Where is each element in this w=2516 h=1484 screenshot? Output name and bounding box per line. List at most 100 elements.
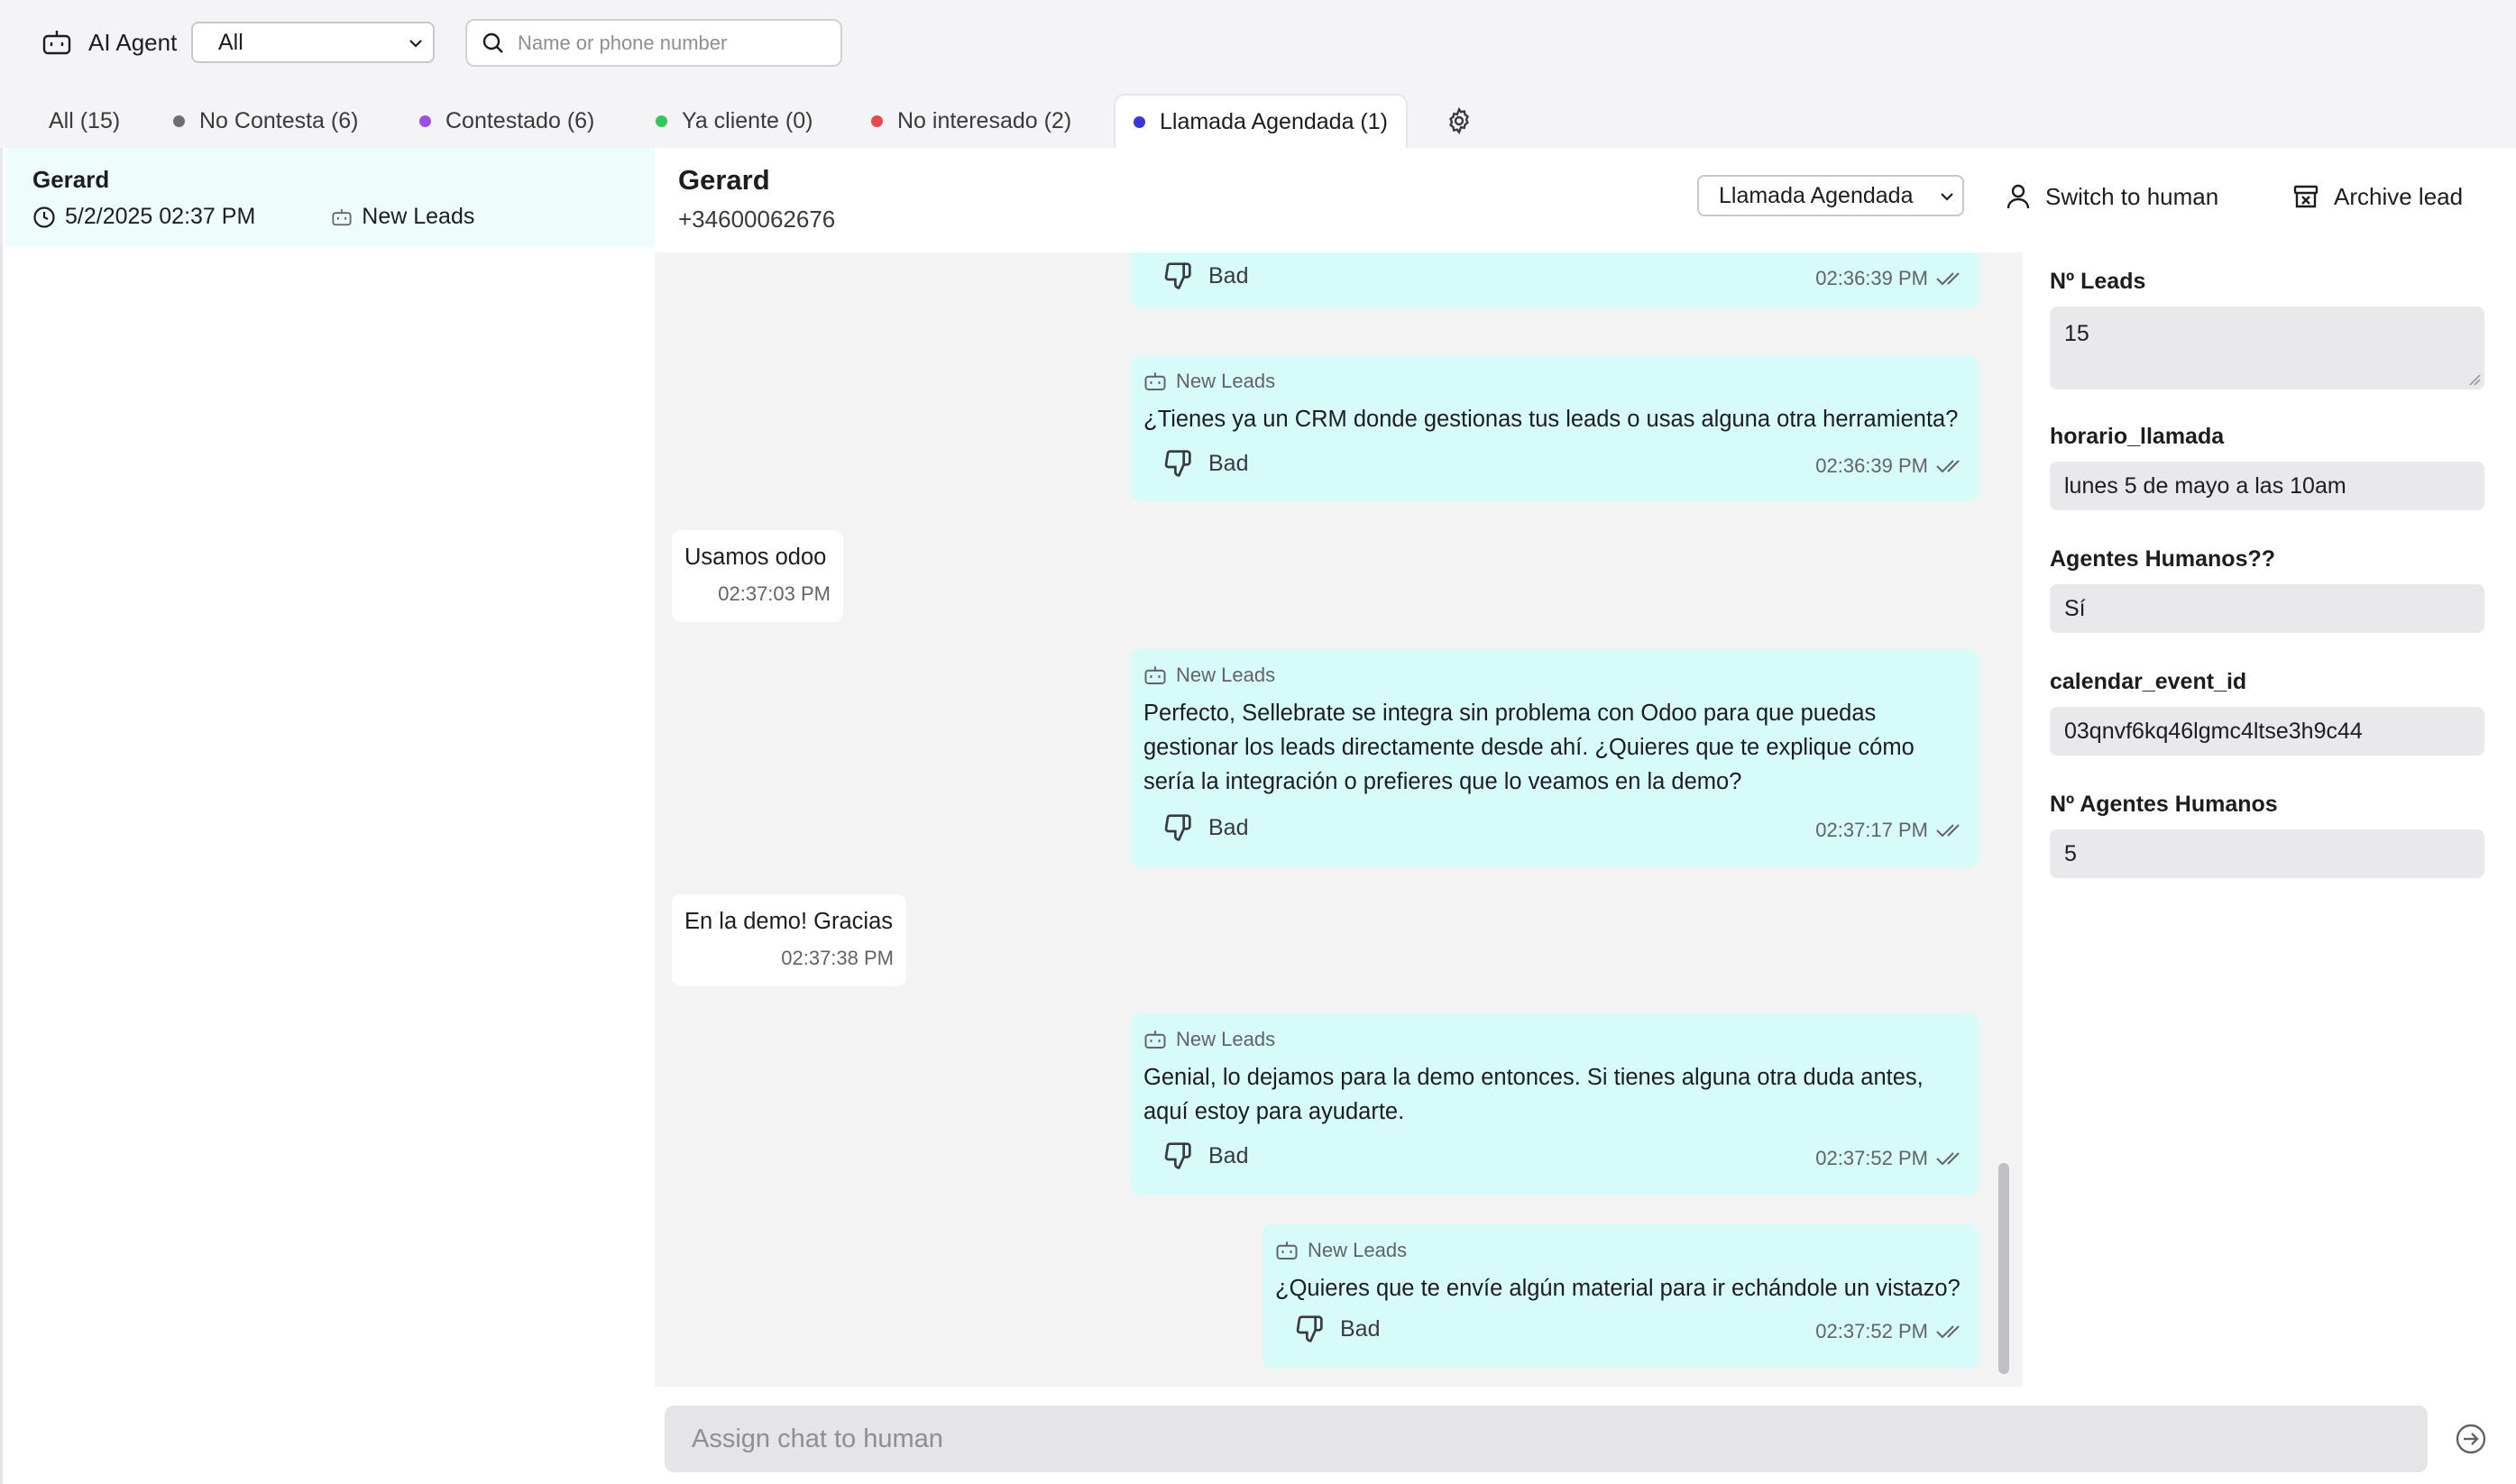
tab-all[interactable]: All (15)	[49, 94, 120, 148]
tab-label: Llamada Agendada (1)	[1160, 108, 1388, 134]
chevron-down-icon	[406, 33, 426, 53]
contact-name: Gerard	[678, 164, 770, 196]
chat-messages[interactable]: Bad 02:36:39 PM New Leads ¿Tienes ya un …	[658, 252, 2023, 1387]
resize-handle-icon[interactable]	[2468, 373, 2481, 386]
tab-llamada-agendada[interactable]: Llamada Agendada (1)	[1114, 94, 1408, 148]
lead-meta: 5/2/2025 02:37 PM New Leads	[32, 204, 474, 230]
bad-feedback-label: Bad	[1340, 1315, 1381, 1342]
lead-list: Gerard 5/2/2025 02:37 PM New Leads	[0, 148, 655, 1484]
top-bar: AI Agent All Name or phone number	[0, 0, 2516, 90]
search-placeholder: Name or phone number	[518, 31, 728, 54]
message-input[interactable]: Assign chat to human	[665, 1406, 2428, 1472]
bot-message: New Leads Perfecto, Sellebrate se integr…	[1131, 649, 1979, 867]
thumbs-down-icon	[1163, 813, 1192, 842]
chat-scrollbar[interactable]	[1998, 1163, 2009, 1374]
agent-filter-select[interactable]: All	[191, 22, 435, 63]
message-timestamp: 02:37:52 PM	[1815, 1147, 1966, 1170]
status-dot	[656, 115, 667, 127]
field-label: calendar_event_id	[2050, 669, 2247, 694]
status-dot	[871, 115, 883, 127]
lead-tag: New Leads	[331, 204, 474, 230]
lead-name: Gerard	[32, 166, 110, 193]
tab-label: Contestado (6)	[445, 107, 595, 133]
status-dot	[1134, 115, 1145, 128]
status-select-value: Llamada Agendada	[1719, 182, 1914, 208]
ai-agent-label: AI Agent	[41, 23, 177, 61]
status-dot	[173, 115, 185, 127]
chevron-down-icon	[1937, 187, 1957, 206]
double-check-icon	[1935, 457, 1966, 475]
tab-no-contesta[interactable]: No Contesta (6)	[173, 94, 358, 148]
agent-filter-value: All	[218, 29, 243, 55]
tab-ya-cliente[interactable]: Ya cliente (0)	[656, 94, 813, 148]
message-text: ¿Tienes ya un CRM donde gestionas tus le…	[1143, 402, 1958, 436]
bad-feedback-label: Bad	[1208, 1142, 1249, 1168]
message-line: ¿Tienes ya un CRM donde gestionas tus le…	[1143, 407, 1959, 432]
thumbs-down-icon	[1295, 1315, 1324, 1343]
bot-message: New Leads Genial, lo dejamos para la dem…	[1131, 1013, 1979, 1195]
message-line: ¿Quieres que te envíe algún material par…	[1275, 1276, 1960, 1301]
bad-feedback-button[interactable]: Bad	[1163, 813, 1248, 842]
message-text: Genial, lo dejamos para la demo entonces…	[1143, 1060, 1924, 1129]
message-text: En la demo! Gracias	[684, 909, 894, 934]
thumbs-down-icon	[1163, 261, 1192, 290]
message-line: Perfecto, Sellebrate se integra sin prob…	[1143, 701, 1877, 726]
lead-date: 5/2/2025 02:37 PM	[65, 204, 256, 229]
bad-feedback-button[interactable]: Bad	[1163, 261, 1248, 290]
field-value: lunes 5 de mayo a las 10am	[2064, 472, 2346, 499]
thumbs-down-icon	[1163, 1141, 1192, 1170]
message-timestamp: 02:36:39 PM	[1815, 267, 1966, 290]
field-label: Nº Leads	[2050, 269, 2146, 294]
robot-icon	[1143, 664, 1167, 686]
ai-agent-text: AI Agent	[88, 28, 178, 56]
send-icon[interactable]	[2455, 1423, 2487, 1455]
robot-icon	[1143, 1029, 1167, 1050]
status-select[interactable]: Llamada Agendada	[1697, 175, 1964, 216]
archive-lead-button[interactable]: Archive lead	[2292, 179, 2463, 215]
status-tabs: All (15) No Contesta (6) Contestado (6) …	[0, 94, 1533, 148]
archive-lead-label: Archive lead	[2334, 182, 2464, 210]
search-input[interactable]: Name or phone number	[465, 19, 842, 67]
field-value: 03qnvf6kq46lgmc4ltse3h9c44	[2064, 718, 2363, 744]
switch-to-human-button[interactable]: Switch to human	[2006, 179, 2218, 215]
bot-message: Bad 02:36:39 PM	[1131, 252, 1979, 308]
tab-contestado[interactable]: Contestado (6)	[419, 94, 594, 148]
field-value: 15	[2064, 321, 2089, 346]
robot-icon	[41, 28, 72, 57]
lead-fields-panel: Nº Leads 15 horario_llamada lunes 5 de m…	[2023, 252, 2516, 1387]
search-icon	[482, 32, 505, 55]
bot-tag: New Leads	[1275, 1239, 1407, 1262]
bot-tag-label: New Leads	[1176, 664, 1276, 686]
horario-llamada-field[interactable]: lunes 5 de mayo a las 10am	[2050, 462, 2484, 510]
bad-feedback-button[interactable]: Bad	[1163, 1141, 1248, 1170]
message-text: Perfecto, Sellebrate se integra sin prob…	[1143, 696, 1915, 799]
lead-tag-label: New Leads	[362, 204, 475, 229]
bad-feedback-button[interactable]: Bad	[1295, 1315, 1380, 1343]
n-leads-field[interactable]: 15	[2050, 307, 2484, 389]
lead-list-item[interactable]: Gerard 5/2/2025 02:37 PM New Leads	[5, 148, 655, 247]
calendar-event-id-field[interactable]: 03qnvf6kq46lgmc4ltse3h9c44	[2050, 707, 2484, 756]
user-icon	[2006, 183, 2031, 210]
timestamp-text: 02:36:39 PM	[1815, 267, 1928, 289]
timestamp-text: 02:37:52 PM	[1815, 1320, 1928, 1342]
bot-message: New Leads ¿Tienes ya un CRM donde gestio…	[1131, 355, 1979, 501]
tab-label: All (15)	[49, 107, 121, 133]
tab-no-interesado[interactable]: No interesado (2)	[871, 94, 1071, 148]
bot-tag: New Leads	[1143, 370, 1275, 393]
bad-feedback-label: Bad	[1208, 450, 1249, 476]
n-agentes-humanos-field[interactable]: 5	[2050, 829, 2484, 878]
agentes-humanos-field[interactable]: Sí	[2050, 584, 2484, 633]
double-check-icon	[1935, 270, 1966, 288]
bot-tag-label: New Leads	[1308, 1239, 1408, 1261]
clock-icon	[32, 206, 56, 229]
double-check-icon	[1935, 1323, 1966, 1341]
field-value: Sí	[2064, 595, 2086, 621]
tab-label: No Contesta (6)	[199, 107, 359, 133]
gear-icon[interactable]	[1445, 106, 1474, 135]
message-timestamp: 02:37:17 PM	[1815, 819, 1966, 842]
field-value: 5	[2064, 840, 2077, 866]
double-check-icon	[1935, 821, 1966, 839]
bad-feedback-button[interactable]: Bad	[1163, 449, 1248, 478]
field-label: horario_llamada	[2050, 424, 2225, 449]
robot-icon	[331, 207, 353, 227]
